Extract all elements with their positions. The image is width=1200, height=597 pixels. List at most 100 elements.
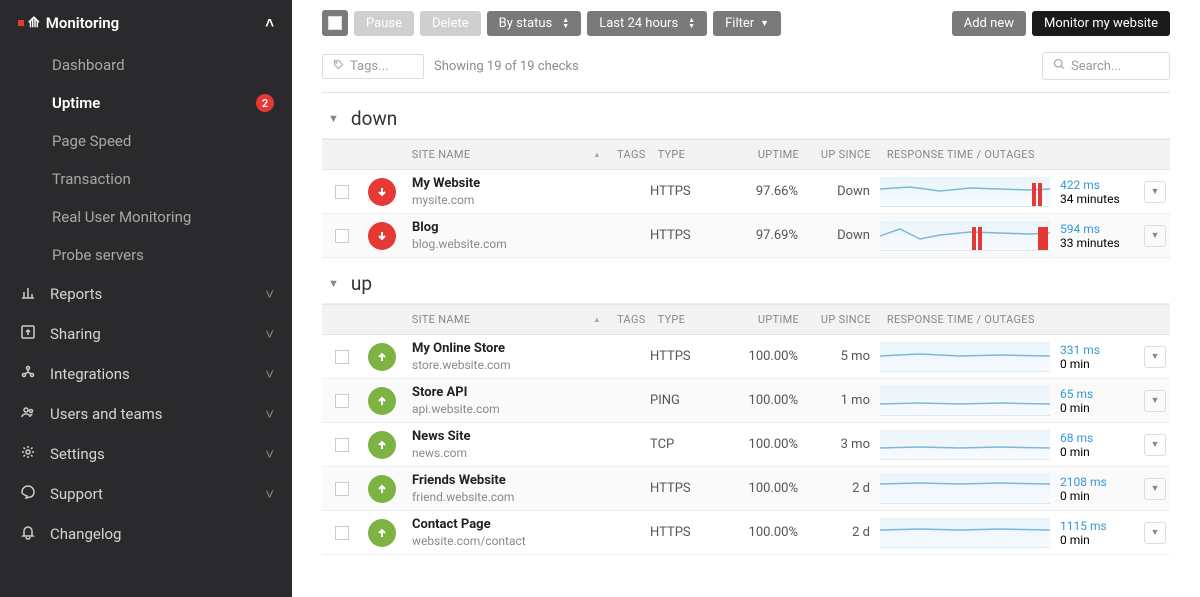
status-down-icon <box>368 178 396 206</box>
monitor-website-button[interactable]: Monitor my website <box>1032 11 1170 36</box>
select-all-checkbox[interactable] <box>322 10 348 36</box>
table-row[interactable]: Contact Pagewebsite.com/contact HTTPS 10… <box>322 511 1170 555</box>
sparkline <box>880 177 1050 207</box>
sidebar-item-rum[interactable]: Real User Monitoring <box>0 198 292 236</box>
sidebar-item-label: Integrations <box>50 365 130 383</box>
col-response[interactable]: RESPONSE TIME / OUTAGES <box>881 305 1060 334</box>
row-checkbox[interactable] <box>335 438 349 452</box>
site-name: Contact Page <box>412 517 612 532</box>
table-row[interactable]: My Online Storestore.website.com HTTPS 1… <box>322 335 1170 379</box>
chevron-down-icon: ˅ <box>265 445 274 463</box>
time-range-dropdown[interactable]: Last 24 hours ▲▼ <box>587 11 707 36</box>
row-actions-dropdown[interactable]: ▼ <box>1144 478 1166 500</box>
col-up-since[interactable]: UP SINCE <box>811 140 881 169</box>
sidebar-item-label: Settings <box>50 445 105 463</box>
table-row[interactable]: Friends Websitefriend.website.com HTTPS … <box>322 467 1170 511</box>
collapse-icon: ▼ <box>328 277 339 290</box>
check-type: HTTPS <box>650 349 720 364</box>
row-checkbox[interactable] <box>335 526 349 540</box>
row-actions-dropdown[interactable]: ▼ <box>1144 522 1166 544</box>
col-uptime[interactable]: UPTIME <box>721 140 811 169</box>
sidebar-item-label: Sharing <box>50 325 101 343</box>
sidebar-item-users[interactable]: Users and teams ˅ <box>0 394 292 434</box>
chevron-down-icon: ˅ <box>265 365 274 383</box>
col-type[interactable]: TYPE <box>652 140 722 169</box>
row-checkbox[interactable] <box>335 350 349 364</box>
row-checkbox[interactable] <box>335 185 349 199</box>
sidebar-section-monitoring[interactable]: ⟰ Monitoring ˄ <box>0 0 292 46</box>
add-new-button[interactable]: Add new <box>952 11 1026 36</box>
sidebar-item-support[interactable]: Support ˅ <box>0 474 292 514</box>
row-actions-dropdown[interactable]: ▼ <box>1144 390 1166 412</box>
collapse-icon: ▼ <box>328 112 339 125</box>
main-content: Pause Delete By status ▲▼ Last 24 hours … <box>292 0 1200 597</box>
tags-input[interactable]: Tags... <box>322 54 424 79</box>
row-actions-dropdown[interactable]: ▼ <box>1144 434 1166 456</box>
col-tags[interactable]: TAGS <box>611 305 651 334</box>
site-name: My Website <box>412 176 612 191</box>
site-host: store.website.com <box>412 358 612 372</box>
site-name: Store API <box>412 385 612 400</box>
row-checkbox[interactable] <box>335 394 349 408</box>
sidebar-item-settings[interactable]: Settings ˅ <box>0 434 292 474</box>
col-tags[interactable]: TAGS <box>611 140 651 169</box>
sidebar-item-label: Page Speed <box>52 132 131 150</box>
response-ms: 594 ms <box>1060 222 1140 236</box>
outage-duration: 0 min <box>1060 357 1140 371</box>
col-site-name[interactable]: SITE NAME ▲ <box>402 305 611 334</box>
table-row[interactable]: My Websitemysite.com HTTPS 97.66% Down 4… <box>322 170 1170 214</box>
col-response[interactable]: RESPONSE TIME / OUTAGES <box>881 140 1060 169</box>
by-status-dropdown[interactable]: By status ▲▼ <box>487 11 582 36</box>
sidebar-item-uptime[interactable]: Uptime 2 <box>0 84 292 122</box>
users-icon <box>18 404 38 424</box>
filter-dropdown[interactable]: Filter ▼ <box>713 11 781 36</box>
delete-button[interactable]: Delete <box>420 11 481 36</box>
row-actions-dropdown[interactable]: ▼ <box>1144 346 1166 368</box>
tag-icon <box>333 59 344 74</box>
row-actions-dropdown[interactable]: ▼ <box>1144 181 1166 203</box>
uptime-pct: 100.00% <box>720 525 810 540</box>
table-row[interactable]: News Sitenews.com TCP 100.00% 3 mo 68 ms… <box>322 423 1170 467</box>
sidebar-item-reports[interactable]: Reports ˅ <box>0 274 292 314</box>
site-host: website.com/contact <box>412 534 612 548</box>
sparkline <box>880 430 1050 460</box>
sidebar-item-label: Probe servers <box>52 246 144 264</box>
col-site-name[interactable]: SITE NAME ▲ <box>402 140 611 169</box>
uptime-pct: 97.66% <box>720 184 810 199</box>
sidebar-item-sharing[interactable]: Sharing ˅ <box>0 314 292 354</box>
check-type: HTTPS <box>650 184 720 199</box>
chevron-down-icon: ˅ <box>265 285 274 303</box>
sidebar-item-label: Reports <box>50 285 102 303</box>
col-type[interactable]: TYPE <box>652 305 722 334</box>
sidebar-item-label: Support <box>50 485 103 503</box>
search-input[interactable]: Search... <box>1042 52 1170 80</box>
logo-wave-icon: ⟰ <box>28 15 38 31</box>
site-host: friend.website.com <box>412 490 612 504</box>
group-header-up[interactable]: ▼ up <box>322 258 1170 304</box>
col-up-since[interactable]: UP SINCE <box>811 305 881 334</box>
sidebar-item-probe[interactable]: Probe servers <box>0 236 292 274</box>
sidebar-item-page-speed[interactable]: Page Speed <box>0 122 292 160</box>
chevron-down-icon: ˅ <box>265 325 274 343</box>
row-checkbox[interactable] <box>335 229 349 243</box>
up-since: 3 mo <box>810 437 880 452</box>
sidebar-item-changelog[interactable]: Changelog <box>0 514 292 554</box>
table-row[interactable]: Store APIapi.website.com PING 100.00% 1 … <box>322 379 1170 423</box>
share-icon <box>18 324 38 344</box>
row-checkbox[interactable] <box>335 482 349 496</box>
sidebar-item-integrations[interactable]: Integrations ˅ <box>0 354 292 394</box>
row-actions-dropdown[interactable]: ▼ <box>1144 225 1166 247</box>
group-header-down[interactable]: ▼ down <box>322 93 1170 139</box>
integrations-icon <box>18 364 38 384</box>
sidebar-item-transaction[interactable]: Transaction <box>0 160 292 198</box>
sidebar-item-label: Changelog <box>50 525 121 543</box>
sidebar-item-dashboard[interactable]: Dashboard <box>0 46 292 84</box>
table-row[interactable]: Blogblog.website.com HTTPS 97.69% Down 5… <box>322 214 1170 258</box>
col-uptime[interactable]: UPTIME <box>721 305 811 334</box>
column-headers: SITE NAME ▲ TAGS TYPE UPTIME UP SINCE RE… <box>322 139 1170 170</box>
filter-label: Filter <box>725 16 754 31</box>
uptime-pct: 100.00% <box>720 437 810 452</box>
search-placeholder: Search... <box>1071 59 1121 74</box>
pause-button[interactable]: Pause <box>354 11 414 36</box>
site-host: news.com <box>412 446 612 460</box>
